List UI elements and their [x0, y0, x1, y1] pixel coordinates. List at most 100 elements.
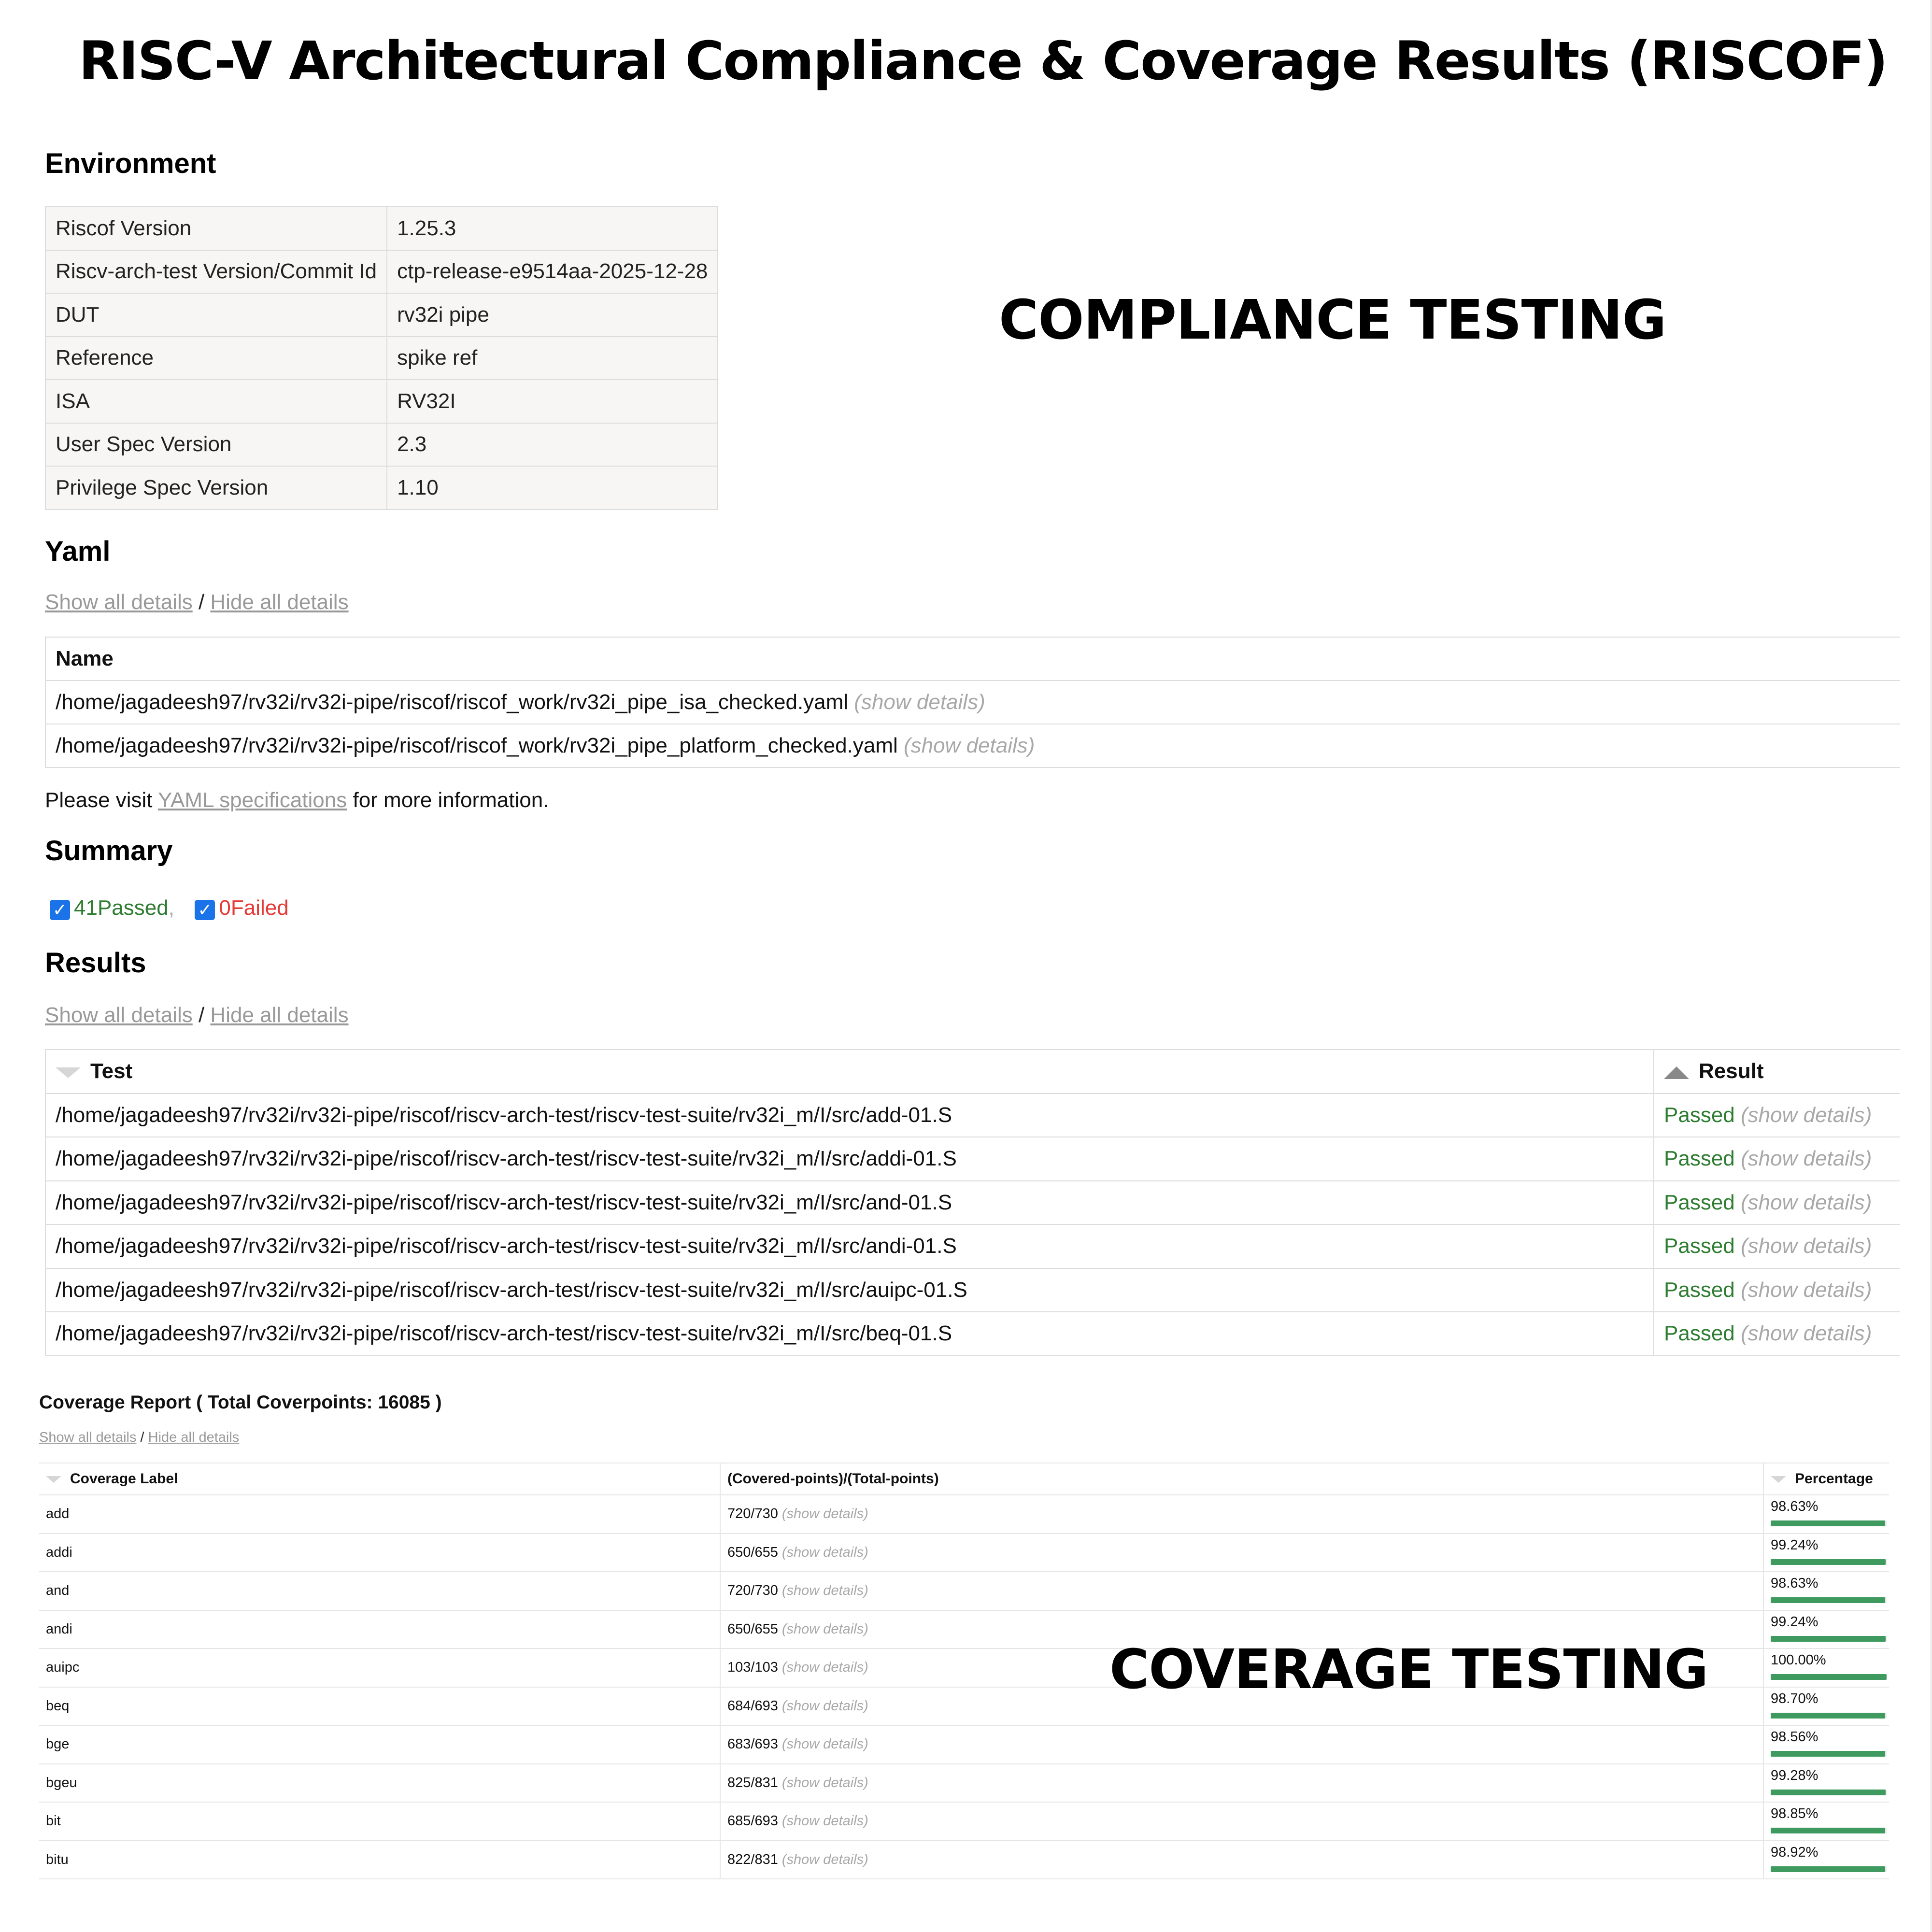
coverage-percentage: 100.00% — [1771, 1652, 1826, 1668]
environment-value: rv32i pipe — [386, 293, 719, 337]
test-path: /home/jagadeesh97/rv32i/rv32i-pipe/risco… — [45, 1311, 1654, 1356]
show-details-link[interactable]: (show details) — [1741, 1321, 1872, 1345]
sort-down-icon — [56, 1067, 81, 1078]
coverage-points: 822/831 — [727, 1851, 778, 1867]
yaml-file-path: /home/jagadeesh97/rv32i/rv32i-pipe/risco… — [56, 690, 849, 714]
environment-key: Riscof Version — [44, 206, 388, 251]
coverage-label-column-header[interactable]: Coverage Label — [39, 1463, 721, 1495]
points-column-header[interactable]: (Covered-points)/(Total-points) — [720, 1463, 1764, 1495]
show-details-link[interactable]: (show details) — [1741, 1103, 1872, 1127]
environment-value: ctp-release-e9514aa-2025-12-28 — [386, 249, 719, 294]
show-details-link[interactable]: (show details) — [782, 1775, 868, 1790]
result-status: Passed — [1664, 1278, 1735, 1302]
environment-value: 2.3 — [386, 422, 719, 467]
coverage-points-cell: 822/831 (show details) — [720, 1840, 1764, 1879]
coverage-percentage-cell: 99.28% — [1763, 1763, 1889, 1803]
environment-row: Riscv-arch-test Version/Commit Id ctp-rel… — [44, 249, 719, 294]
show-details-link[interactable]: (show details) — [782, 1660, 868, 1675]
coverage-progress-bar — [1771, 1597, 1887, 1604]
test-column-header[interactable]: Test — [45, 1049, 1654, 1094]
coverage-row: bit 685/693 (show details) 98.85% — [39, 1802, 1889, 1841]
coverage-row: addi 650/655 (show details) 99.24% — [39, 1533, 1889, 1572]
environment-key: Riscv-arch-test Version/Commit Id — [44, 249, 388, 294]
yaml-row: /home/jagadeesh97/rv32i/rv32i-pipe/risco… — [45, 724, 1900, 768]
yaml-file-cell: /home/jagadeesh97/rv32i/rv32i-pipe/risco… — [45, 724, 1900, 768]
show-details-link[interactable]: (show details) — [782, 1813, 868, 1829]
show-details-link[interactable]: (show details) — [782, 1852, 868, 1867]
test-path: /home/jagadeesh97/rv32i/rv32i-pipe/risco… — [45, 1224, 1654, 1269]
result-cell: Passed (show details) — [1653, 1311, 1900, 1356]
show-details-link[interactable]: (show details) — [782, 1506, 868, 1521]
coverage-points: 825/831 — [727, 1775, 778, 1790]
coverage-points: 720/730 — [727, 1506, 778, 1522]
coverage-progress-fill — [1771, 1520, 1885, 1527]
result-cell: Passed (show details) — [1653, 1136, 1900, 1181]
passed-checkbox[interactable]: ✓ — [50, 900, 70, 920]
coverage-progress-bar — [1771, 1866, 1887, 1872]
coverage-percentage-cell: 98.63% — [1763, 1571, 1889, 1611]
show-details-link[interactable]: (show details) — [782, 1621, 868, 1637]
coverage-progress-bar — [1771, 1789, 1887, 1795]
coverage-progress-fill — [1771, 1789, 1886, 1795]
coverage-points: 684/693 — [727, 1698, 778, 1714]
show-details-link[interactable]: (show details) — [782, 1583, 868, 1598]
coverage-points-cell: 685/693 (show details) — [720, 1802, 1764, 1841]
failed-count: 0Failed — [219, 896, 289, 920]
coverage-label: bgeu — [39, 1763, 721, 1803]
coverage-row: add 720/730 (show details) 98.63% — [39, 1494, 1889, 1534]
result-column-header[interactable]: Result — [1653, 1049, 1900, 1094]
show-details-link[interactable]: (show details) — [1741, 1278, 1872, 1302]
coverage-progress-bar — [1771, 1751, 1887, 1757]
coverage-percentage: 98.56% — [1771, 1729, 1818, 1745]
show-details-link[interactable]: (show details) — [782, 1736, 868, 1752]
coverage-progress-bar — [1771, 1712, 1887, 1719]
percentage-column-header[interactable]: Percentage — [1763, 1463, 1889, 1495]
result-cell: Passed (show details) — [1653, 1267, 1900, 1312]
coverage-percentage-cell: 99.24% — [1763, 1609, 1889, 1649]
link-separator: / — [192, 590, 211, 614]
show-details-link[interactable]: (show details) — [1741, 1147, 1872, 1170]
show-details-link[interactable]: (show details) — [782, 1698, 868, 1714]
coverage-percentage-cell: 98.85% — [1763, 1802, 1889, 1841]
test-path: /home/jagadeesh97/rv32i/rv32i-pipe/risco… — [45, 1180, 1654, 1225]
coverage-percentage-cell: 100.00% — [1763, 1648, 1889, 1688]
result-status: Passed — [1664, 1321, 1735, 1346]
coverage-points-cell: 683/693 (show details) — [720, 1725, 1764, 1764]
coverage-hide-all-link[interactable]: Hide all details — [148, 1430, 240, 1445]
coverage-points-cell: 650/655 (show details) — [720, 1533, 1764, 1572]
environment-key: User Spec Version — [44, 422, 388, 467]
yaml-specifications-link[interactable]: YAML specifications — [158, 788, 347, 812]
result-row: /home/jagadeesh97/rv32i/rv32i-pipe/risco… — [45, 1093, 1900, 1137]
yaml-row: /home/jagadeesh97/rv32i/rv32i-pipe/risco… — [45, 680, 1900, 724]
environment-row: Riscof Version 1.25.3 — [44, 206, 719, 251]
page-edge-divider — [1930, 0, 1932, 1932]
yaml-heading: Yaml — [45, 536, 111, 567]
coverage-label: andi — [39, 1609, 721, 1649]
sort-down-icon — [1771, 1476, 1786, 1483]
failed-checkbox[interactable]: ✓ — [195, 900, 215, 920]
results-hide-all-link[interactable]: Hide all details — [210, 1003, 348, 1027]
show-details-link[interactable]: (show details) — [854, 690, 985, 714]
show-details-link[interactable]: (show details) — [1741, 1191, 1872, 1214]
results-show-all-link[interactable]: Show all details — [45, 1003, 193, 1027]
yaml-show-all-link[interactable]: Show all details — [45, 590, 193, 614]
yaml-hide-all-link[interactable]: Hide all details — [210, 590, 348, 614]
coverage-row: bitu 822/831 (show details) 98.92% — [39, 1840, 1889, 1879]
environment-row: User Spec Version 2.3 — [44, 422, 719, 467]
test-column-label: Test — [90, 1059, 133, 1083]
coverage-percentage-cell: 98.92% — [1763, 1840, 1889, 1879]
environment-value: 1.10 — [386, 466, 719, 510]
result-cell: Passed (show details) — [1653, 1224, 1900, 1269]
result-status: Passed — [1664, 1147, 1735, 1171]
result-status: Passed — [1664, 1103, 1735, 1127]
show-details-link[interactable]: (show details) — [1741, 1234, 1872, 1258]
coverage-show-all-link[interactable]: Show all details — [39, 1430, 137, 1445]
coverage-report-title: Coverage Report ( Total Coverpoints: 160… — [39, 1392, 442, 1413]
coverage-progress-fill — [1771, 1866, 1886, 1872]
result-status: Passed — [1664, 1190, 1735, 1214]
result-row: /home/jagadeesh97/rv32i/rv32i-pipe/risco… — [45, 1180, 1900, 1225]
coverage-row: bgeu 825/831 (show details) 99.28% — [39, 1763, 1889, 1803]
show-details-link[interactable]: (show details) — [782, 1545, 868, 1560]
show-details-link[interactable]: (show details) — [904, 734, 1035, 757]
coverage-percentage-cell: 98.56% — [1763, 1725, 1889, 1764]
